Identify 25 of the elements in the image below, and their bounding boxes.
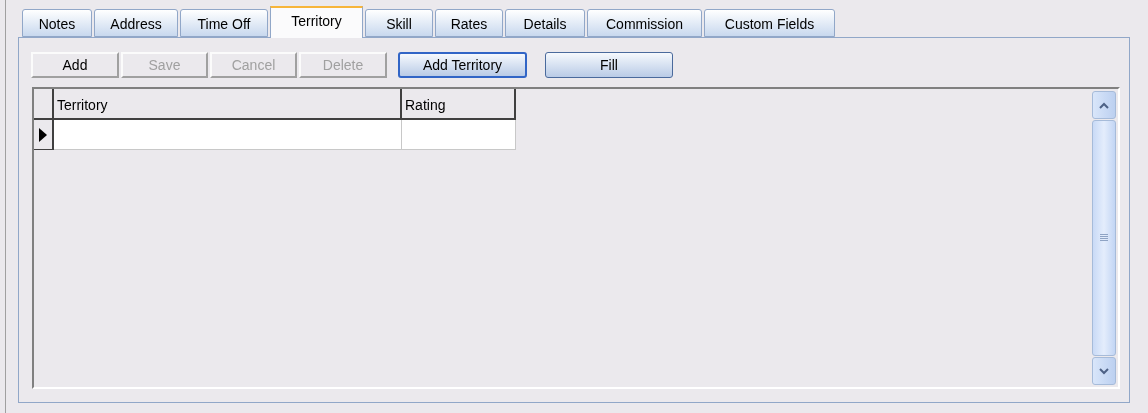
row-header-corner bbox=[34, 89, 54, 120]
table-cell[interactable] bbox=[402, 120, 516, 150]
table-cell[interactable] bbox=[54, 120, 402, 150]
vertical-scrollbar[interactable] bbox=[1092, 89, 1118, 387]
chevron-up-icon bbox=[1099, 101, 1109, 109]
tab[interactable]: Commission bbox=[587, 9, 702, 37]
tab[interactable]: Notes bbox=[22, 9, 92, 37]
tab[interactable]: Rates bbox=[435, 9, 503, 37]
grip-icon bbox=[1100, 234, 1108, 242]
tab[interactable]: Custom Fields bbox=[704, 9, 835, 37]
toolbar-button[interactable]: Add bbox=[31, 52, 119, 78]
tab[interactable]: Skill bbox=[365, 9, 433, 37]
tab[interactable]: Address bbox=[94, 9, 178, 37]
tab[interactable]: Details bbox=[505, 9, 585, 37]
column-header[interactable]: Territory bbox=[54, 89, 402, 120]
toolbar-button[interactable]: Add Territory bbox=[398, 52, 527, 78]
row-header[interactable] bbox=[34, 120, 54, 150]
tab[interactable]: Territory bbox=[270, 6, 363, 38]
toolbar-button[interactable]: Fill bbox=[545, 52, 673, 78]
scroll-up-button[interactable] bbox=[1092, 91, 1116, 119]
chevron-down-icon bbox=[1099, 367, 1109, 375]
tab[interactable]: Time Off bbox=[180, 9, 268, 37]
scroll-down-button[interactable] bbox=[1092, 357, 1116, 385]
column-header[interactable]: Rating bbox=[402, 89, 516, 120]
scroll-thumb[interactable] bbox=[1092, 120, 1116, 356]
